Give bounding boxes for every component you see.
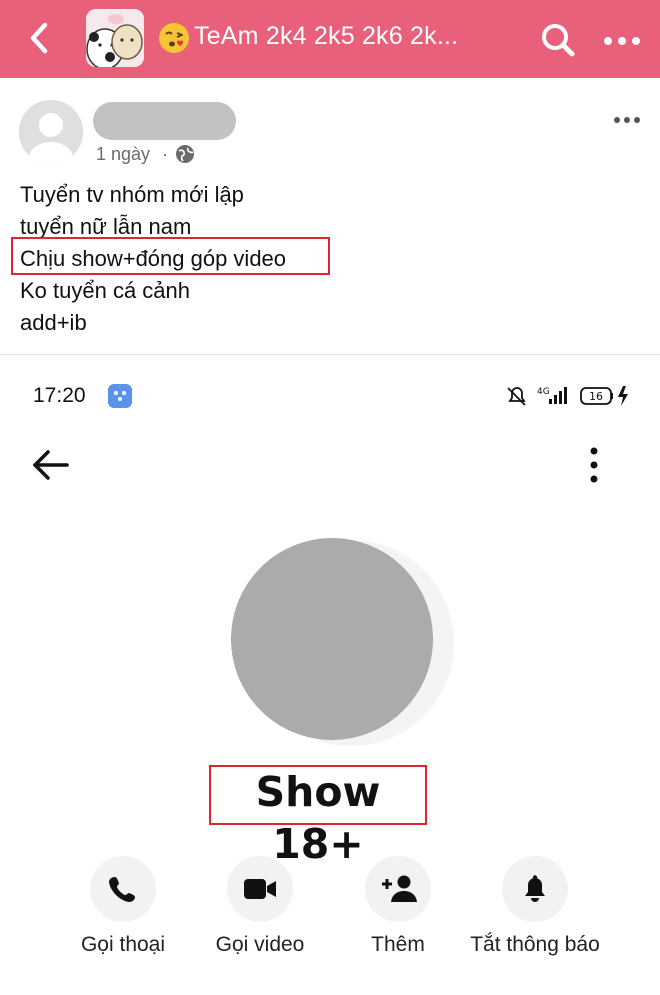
group-thumbnail-image xyxy=(86,9,144,67)
more-icon xyxy=(604,37,640,45)
post-text-line: Ko tuyển cá cảnh xyxy=(20,278,191,303)
search-icon xyxy=(542,24,575,57)
network-label: 4G xyxy=(537,387,550,397)
more-button[interactable] xyxy=(602,34,642,46)
action-label: Tắt thông báo xyxy=(470,933,600,956)
bell-icon xyxy=(525,875,545,902)
add-person-icon xyxy=(382,875,417,902)
phone-icon xyxy=(109,877,135,902)
mute-bell-icon xyxy=(507,387,526,406)
action-label: Gọi video xyxy=(215,933,305,956)
back-arrow-icon xyxy=(33,450,69,480)
post-text-line: Tuyển tv nhóm mới lập xyxy=(20,182,244,207)
add-member-button[interactable]: Thêm xyxy=(323,856,473,976)
action-circle xyxy=(90,856,156,922)
4g-signal-icon: 4G xyxy=(537,387,567,404)
voice-call-button[interactable]: Gọi thoại xyxy=(48,856,198,976)
group-header-bar: TeAm 2k4 2k5 2k6 2k... xyxy=(0,0,660,78)
back-button[interactable] xyxy=(22,20,56,56)
kebab-menu-icon xyxy=(590,447,598,483)
default-avatar-icon xyxy=(19,100,83,164)
back-chevron-icon xyxy=(30,22,48,54)
charging-icon xyxy=(618,386,628,406)
separator-dot: · xyxy=(162,144,168,164)
options-button[interactable] xyxy=(586,445,602,485)
group-thumbnail[interactable] xyxy=(86,9,144,67)
status-time: 17:20 xyxy=(33,384,86,407)
search-button[interactable] xyxy=(538,20,578,60)
app-badge-icon xyxy=(114,391,126,401)
avatar[interactable] xyxy=(19,100,83,164)
mute-notifications-button[interactable]: Tắt thông báo xyxy=(460,856,610,976)
status-bar-icons: 4G 16 xyxy=(507,386,628,406)
post-options-button[interactable] xyxy=(612,112,642,123)
group-title[interactable]: TeAm 2k4 2k5 2k6 2k... xyxy=(194,22,458,51)
globe-icon xyxy=(176,145,194,163)
action-circle xyxy=(227,856,293,922)
profile-picture[interactable] xyxy=(231,538,433,740)
back-button[interactable] xyxy=(30,447,72,483)
divider xyxy=(0,354,660,355)
action-circle xyxy=(502,856,568,922)
highlight-box xyxy=(209,765,427,825)
battery-icon: 16 xyxy=(580,387,613,405)
video-call-button[interactable]: Gọi video xyxy=(185,856,335,976)
battery-level: 16 xyxy=(589,390,603,403)
post-text-line: add+ib xyxy=(20,310,87,335)
action-label: Thêm xyxy=(371,933,425,956)
highlight-box xyxy=(11,237,330,275)
action-circle xyxy=(365,856,431,922)
more-icon xyxy=(614,117,640,123)
action-label: Gọi thoại xyxy=(80,933,166,956)
post-timestamp[interactable]: 1 ngày xyxy=(96,144,150,165)
kissing-face-emoji xyxy=(159,23,189,53)
app-notification-icon xyxy=(108,384,132,408)
redacted-author-name[interactable] xyxy=(93,102,236,140)
video-camera-icon xyxy=(244,879,276,899)
